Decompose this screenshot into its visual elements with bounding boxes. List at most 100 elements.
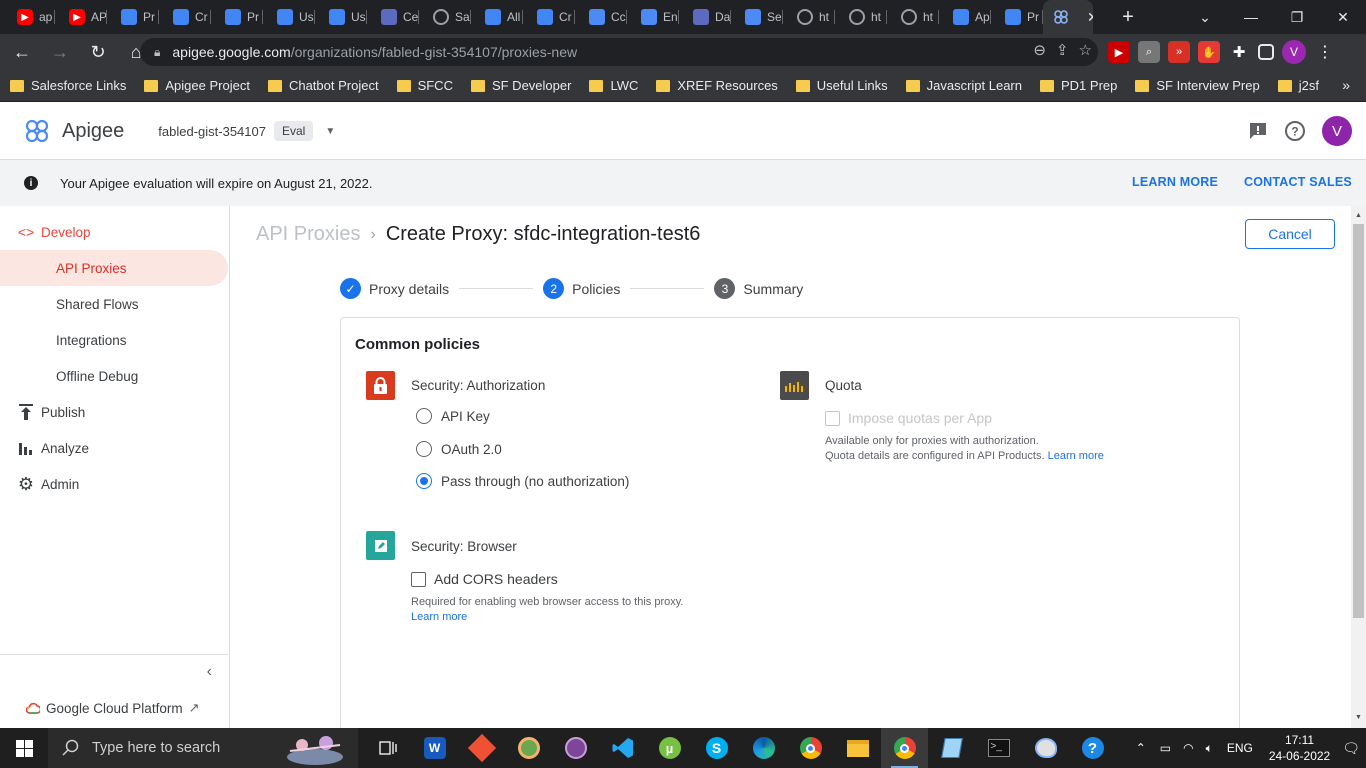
browser-tab[interactable]: Pr [991,0,1043,34]
contact-sales-link[interactable]: CONTACT SALES [1244,175,1352,189]
battery-icon[interactable]: ▭ [1160,741,1171,755]
back-button[interactable]: ← [6,36,38,68]
checkbox[interactable] [411,571,426,587]
tab-search-icon[interactable]: ⌄ [1182,0,1228,34]
reload-button[interactable]: ↻ [82,36,114,68]
notifications-icon[interactable]: 🗨︎ [1342,740,1360,757]
apigee-logo[interactable]: Apigee [24,118,124,144]
share-icon[interactable]: ⇪ [1056,41,1069,59]
windows-start-button[interactable] [0,728,48,768]
browser-tab[interactable]: ht [783,0,835,34]
bookmark-folder[interactable]: SF Developer [470,78,571,93]
minimize-button[interactable]: — [1228,0,1274,34]
sidebar-item-publish[interactable]: Publish [0,394,228,430]
restore-button[interactable]: ❐ [1274,0,1320,34]
scroll-down-arrow-icon[interactable]: ▼ [1355,714,1362,721]
browser-tab[interactable]: Ap [939,0,991,34]
sidebar-item-offline-debug[interactable]: Offline Debug [0,358,228,394]
quota-learn-more-link[interactable]: Learn more [1048,450,1104,462]
extensions-puzzle-icon[interactable]: ✚ [1228,41,1250,63]
hand-extension-icon[interactable]: ✋ [1198,41,1220,63]
task-view-icon[interactable] [364,728,411,768]
page-scrollbar[interactable]: ▲ ▼ [1351,206,1366,728]
browser-tab[interactable]: Us [263,0,315,34]
sidebar-item-admin[interactable]: ⚙ Admin [0,466,228,502]
bookmark-folder[interactable]: Apigee Project [144,78,250,93]
utorrent-app-icon[interactable]: µ [646,728,693,768]
close-tab-icon[interactable]: ✕ [1087,9,1093,26]
learn-more-link[interactable]: LEARN MORE [1132,175,1218,189]
impose-quota-checkbox[interactable]: Impose quotas per App [825,410,992,426]
help-app-icon[interactable]: ? [1069,728,1116,768]
bookmark-folder[interactable]: PD1 Prep [1040,78,1117,93]
edge-browser-icon[interactable] [740,728,787,768]
help-icon[interactable]: ? [1284,120,1306,142]
browser-tab[interactable]: ht [887,0,939,34]
browser-tab[interactable]: ht [835,0,887,34]
feedback-icon[interactable] [1248,121,1268,141]
browser-tab[interactable]: Pr [107,0,159,34]
sidebar-item-integrations[interactable]: Integrations [0,322,228,358]
browser-tab[interactable]: All [471,0,523,34]
browser-tab[interactable]: En [627,0,679,34]
browser-tab[interactable]: Pr [211,0,263,34]
zoom-icon[interactable]: ⊖ [1033,41,1046,59]
file-explorer-icon[interactable] [834,728,881,768]
bookmark-folder[interactable]: LWC [589,78,638,93]
sidebar-item-develop[interactable]: <> Develop [0,214,228,250]
browser-tab[interactable]: ▶ AP [55,0,107,34]
vscode-app-icon[interactable] [599,728,646,768]
radio-button[interactable] [416,441,432,457]
bookmark-folder[interactable]: j2sf [1277,78,1319,93]
org-dropdown-caret-icon[interactable]: ▼ [325,126,335,137]
bookmark-folder[interactable]: Javascript Learn [905,78,1022,93]
taskbar-search-box[interactable]: Type here to search [48,728,358,768]
bookmark-folder[interactable]: SF Interview Prep [1135,78,1260,93]
forward-button[interactable]: → [44,36,76,68]
bookmark-folder[interactable]: Chatbot Project [267,78,379,93]
breadcrumb-api-proxies[interactable]: API Proxies [256,223,360,246]
address-bar[interactable]: 🔒︎ apigee.google.com/organizations/fable… [140,38,1098,66]
browser-tab[interactable]: Da [679,0,731,34]
cors-checkbox[interactable]: Add CORS headers [411,571,558,587]
paint-app-icon[interactable] [1022,728,1069,768]
bookmarks-overflow-button[interactable]: » [1342,77,1350,93]
cors-learn-more-link[interactable]: Learn more [411,611,467,623]
cancel-button[interactable]: Cancel [1245,219,1335,249]
wifi-icon[interactable]: ◠ [1183,741,1193,755]
word-app-icon[interactable]: W [411,728,458,768]
scroll-up-arrow-icon[interactable]: ▲ [1355,212,1362,219]
dev-tool-app-icon[interactable] [505,728,552,768]
radio-oauth[interactable]: OAuth 2.0 [416,441,502,457]
git-app-icon[interactable] [458,728,505,768]
browser-tab[interactable]: Cr [523,0,575,34]
sidepanel-icon[interactable] [1258,44,1274,60]
browser-tab[interactable]: Cc [575,0,627,34]
close-window-button[interactable]: ✕ [1320,0,1366,34]
user-avatar[interactable]: V [1322,116,1352,146]
checkbox-disabled[interactable] [825,410,840,426]
sidebar-item-analyze[interactable]: Analyze [0,430,228,466]
media-extension-icon[interactable]: » [1168,41,1190,63]
browser-tab[interactable]: Se [731,0,783,34]
radio-button-selected[interactable] [416,473,432,489]
browser-tab[interactable]: Us [315,0,367,34]
radio-pass-through[interactable]: Pass through (no authorization) [416,473,629,489]
browser-tab[interactable]: Ce [367,0,419,34]
clock[interactable]: 17:11 24-06-2022 [1269,732,1330,764]
sidebar-item-api-proxies[interactable]: API Proxies [0,250,228,286]
tab-active-apigee[interactable]: ✕ [1043,0,1093,34]
notepad-app-icon[interactable] [928,728,975,768]
bookmark-star-icon[interactable]: ☆ [1079,41,1092,59]
new-tab-button[interactable]: + [1111,0,1145,34]
bookmark-folder[interactable]: XREF Resources [656,78,778,93]
tor-browser-icon[interactable] [552,728,599,768]
youtube-extension-icon[interactable]: ▶ [1108,41,1130,63]
bookmark-folder[interactable]: SFCC [396,78,453,93]
terminal-app-icon[interactable]: >_ [975,728,1022,768]
sidebar-item-shared-flows[interactable]: Shared Flows [0,286,228,322]
profile-avatar[interactable]: V [1282,40,1306,64]
browser-tab[interactable]: ▶ ap [3,0,55,34]
chrome-browser-icon[interactable] [787,728,834,768]
chrome-profile-active-icon[interactable] [881,728,928,768]
